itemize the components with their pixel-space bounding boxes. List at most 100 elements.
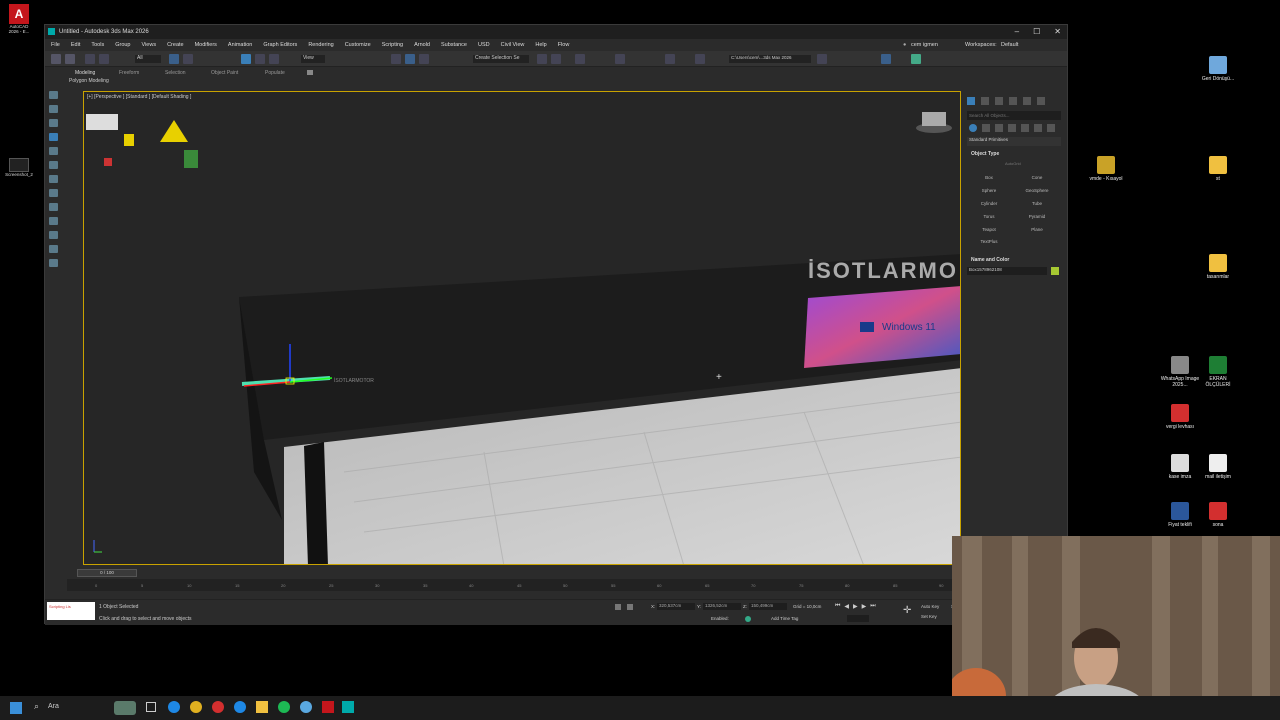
shapes-icon[interactable]: [982, 124, 990, 132]
box-button[interactable]: Box: [969, 173, 1009, 183]
systems-icon[interactable]: [1047, 124, 1055, 132]
wall-sign[interactable]: İSOTLARMO: [808, 258, 958, 283]
spacewarps-icon[interactable]: [1034, 124, 1042, 132]
autocad-taskbar-icon[interactable]: [322, 701, 334, 713]
cameras-icon[interactable]: [1008, 124, 1016, 132]
next-frame-icon[interactable]: ▶: [862, 603, 867, 610]
link-tool-icon[interactable]: [48, 217, 58, 225]
helper-tool-icon[interactable]: [48, 259, 58, 267]
create-tab-icon[interactable]: [967, 97, 975, 105]
snap-tool-icon[interactable]: [48, 161, 58, 169]
mirror-icon[interactable]: [537, 54, 547, 64]
taskbar-search-label[interactable]: Ara: [48, 703, 59, 710]
category-dropdown[interactable]: Standard Primitives: [967, 137, 1061, 146]
geometry-icon[interactable]: [969, 124, 977, 132]
menu-help[interactable]: Help: [535, 42, 546, 48]
selection-filter-dropdown[interactable]: All: [135, 55, 161, 63]
menu-scripting[interactable]: Scripting: [382, 42, 403, 48]
desktop-icon-tasarimlar[interactable]: tasarımlar: [1198, 254, 1238, 280]
pan-icon[interactable]: ✛: [903, 605, 911, 616]
desktop-icon-whatsapp-image[interactable]: WhatsApp Image 2025...: [1160, 356, 1200, 388]
scene-tool-icon[interactable]: [48, 203, 58, 211]
project-folder-icon[interactable]: [817, 54, 827, 64]
desktop-icon-st[interactable]: st: [1198, 156, 1238, 182]
perspective-viewport[interactable]: [+] [Perspective ] [Standard ] [Default …: [83, 91, 961, 565]
desktop-icon-vmde[interactable]: vmde - Kısayol: [1086, 156, 1126, 182]
viewport-layout-icon[interactable]: [881, 54, 891, 64]
render-icon[interactable]: [695, 54, 705, 64]
menu-tools[interactable]: Tools: [91, 42, 104, 48]
create-tool-icon[interactable]: [48, 91, 58, 99]
teapot-button[interactable]: Teapot: [969, 225, 1009, 235]
edge-browser-icon[interactable]: [168, 701, 180, 713]
time-slider[interactable]: 0 / 100 0 5 10 15 20 25 30 35 40 45 50 5…: [67, 569, 957, 591]
isolate-icon[interactable]: [615, 604, 621, 610]
select-object-icon[interactable]: [169, 54, 179, 64]
modify-tab-icon[interactable]: [981, 97, 989, 105]
menu-usd[interactable]: USD: [478, 42, 490, 48]
ribbon-tab-selection[interactable]: Selection: [165, 70, 186, 76]
ribbon-tab-modeling[interactable]: Modeling: [75, 70, 95, 76]
hierarchy-tab-icon[interactable]: [995, 97, 1003, 105]
ribbon-subpanel[interactable]: Polygon Modeling: [69, 78, 109, 84]
spotify-icon[interactable]: [278, 701, 290, 713]
z-coord-field[interactable]: 150,499cm: [749, 603, 787, 610]
plane-button[interactable]: Plane: [1017, 225, 1057, 235]
user-name[interactable]: cem igmen: [911, 42, 938, 48]
menu-arnold[interactable]: Arnold: [414, 42, 430, 48]
time-slider-handle[interactable]: 0 / 100: [77, 569, 137, 577]
material-editor-icon[interactable]: [615, 54, 625, 64]
lights-icon[interactable]: [995, 124, 1003, 132]
desktop-icon-sona[interactable]: sona: [1198, 502, 1238, 528]
current-frame-field[interactable]: [847, 615, 869, 622]
go-to-start-icon[interactable]: ⏮: [835, 603, 840, 610]
auto-key-button[interactable]: Auto Key: [921, 604, 939, 609]
select-tool-icon[interactable]: [48, 133, 58, 141]
menu-edit[interactable]: Edit: [71, 42, 80, 48]
hierarchy-tool-icon[interactable]: [48, 119, 58, 127]
select-by-name-icon[interactable]: [183, 54, 193, 64]
task-view-icon[interactable]: [146, 702, 156, 712]
display-tab-icon[interactable]: [1023, 97, 1031, 105]
menu-civil-view[interactable]: Civil View: [501, 42, 525, 48]
project-path-dropdown[interactable]: C:\Users\cem\...3ds Max 2026: [729, 55, 811, 63]
3dsmax-taskbar-icon[interactable]: [342, 701, 354, 713]
render-setup-icon[interactable]: [665, 54, 675, 64]
minimize-button[interactable]: –: [1015, 27, 1019, 36]
desktop-icon-recycle-bin[interactable]: Geri Dönüşü...: [1198, 56, 1238, 82]
menu-flow[interactable]: Flow: [558, 42, 570, 48]
scale-icon[interactable]: [269, 54, 279, 64]
start-button-icon[interactable]: [10, 702, 22, 714]
maxscript-listener[interactable]: Scripting Lis: [47, 602, 95, 620]
align-icon[interactable]: [551, 54, 561, 64]
cone-button[interactable]: Cone: [1017, 173, 1057, 183]
utilities-tab-icon[interactable]: [1037, 97, 1045, 105]
geosphere-button[interactable]: GeoSphere: [1017, 186, 1057, 196]
scene-explorer-icon[interactable]: [575, 54, 585, 64]
lock-selection-icon[interactable]: [627, 604, 633, 610]
menu-customize[interactable]: Customize: [345, 42, 371, 48]
motion-tab-icon[interactable]: [1009, 97, 1017, 105]
user-icon[interactable]: ●: [903, 42, 906, 48]
menu-modifiers[interactable]: Modifiers: [195, 42, 217, 48]
selection-set-dropdown[interactable]: Create Selection Se: [473, 55, 529, 63]
cylinder-button[interactable]: Cylinder: [969, 199, 1009, 209]
menu-group[interactable]: Group: [115, 42, 130, 48]
file-explorer-icon[interactable]: [256, 701, 268, 713]
modify-tool-icon[interactable]: [48, 105, 58, 113]
desktop-icon-kase-imza[interactable]: kase imza: [1160, 454, 1200, 480]
viewcube-icon[interactable]: [916, 112, 952, 133]
rotate-icon[interactable]: [255, 54, 265, 64]
telegram-icon[interactable]: [300, 701, 312, 713]
widgets-icon[interactable]: [114, 701, 136, 715]
desktop-icon-screenshot[interactable]: Screenshot_2: [2, 158, 36, 177]
desktop-icon-autocad[interactable]: A AutoCAD 2026 - E...: [4, 4, 34, 34]
layer-tool-icon[interactable]: [48, 147, 58, 155]
menu-views[interactable]: Views: [142, 42, 157, 48]
small-sign[interactable]: İSOTLARMOTOR: [334, 377, 374, 384]
opera-browser-icon[interactable]: [212, 701, 224, 713]
utilities-tool-icon[interactable]: [48, 189, 58, 197]
menu-file[interactable]: File: [51, 42, 60, 48]
set-key-button[interactable]: Set Key: [921, 614, 937, 619]
textplus-button[interactable]: TextPlus: [969, 237, 1009, 247]
